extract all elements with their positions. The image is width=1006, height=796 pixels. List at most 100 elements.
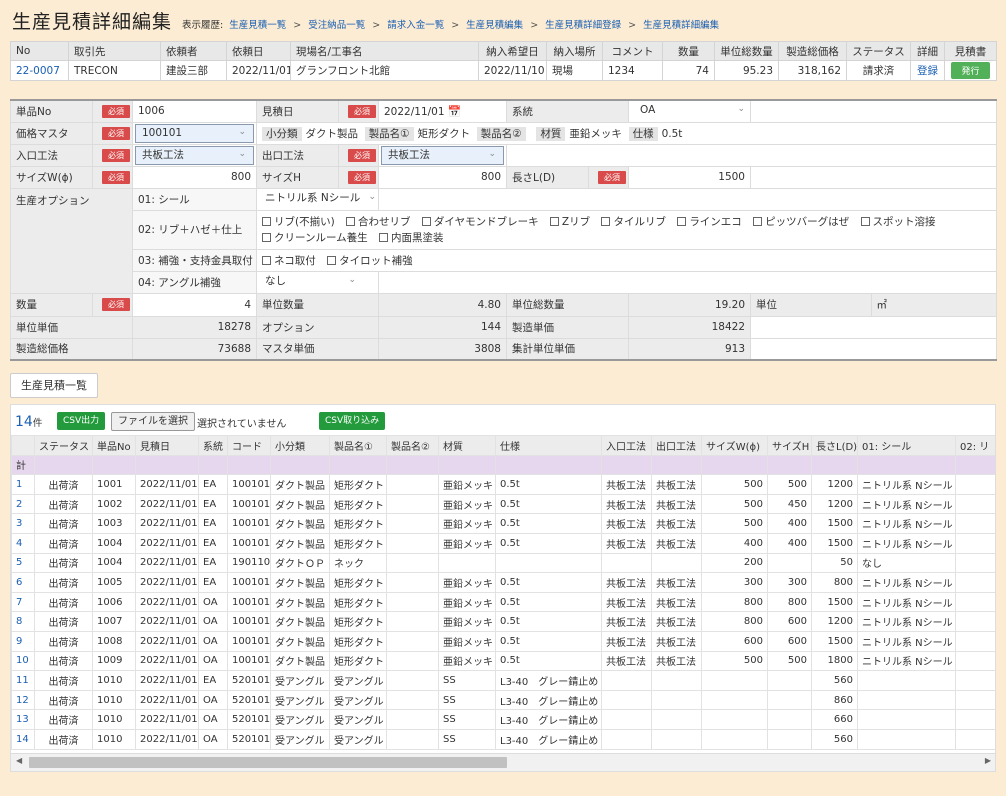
outlet-method-select[interactable]: 共板工法 ⌄ — [381, 145, 504, 165]
table-cell: なし — [857, 552, 956, 574]
list-col-header[interactable]: サイズH — [767, 435, 812, 456]
estimate-no-link[interactable]: 22-0007 — [10, 60, 69, 81]
row-number-link[interactable]: 5 — [11, 552, 35, 574]
detail-register-link[interactable]: 登録 — [910, 60, 945, 81]
list-col-header[interactable]: 系統 — [198, 435, 228, 456]
size-w-input[interactable]: 800 — [132, 165, 257, 189]
estimate-date-input[interactable]: 2022/11/01 📅 — [378, 99, 507, 123]
row-number-link[interactable]: 10 — [11, 650, 35, 672]
breadcrumb-link-order-list[interactable]: 受注納品一覧 — [308, 17, 365, 31]
checkbox-diamond-brake[interactable]: ダイヤモンドブレーキ — [421, 214, 539, 230]
table-row[interactable]: 2 出荷済 1002 2022/11/01 EA 100101 ダクト製品 矩形ダクト 亜鉛メッ… — [11, 493, 995, 515]
checkbox-tile-rib[interactable]: タイルリブ — [601, 214, 666, 230]
product1-tag: 製品名① — [364, 126, 414, 141]
breadcrumb-link-estimate-list[interactable]: 生産見積一覧 — [229, 17, 286, 31]
table-cell — [386, 670, 439, 691]
breadcrumb-link-detail-register[interactable]: 生産見積詳細登録 — [545, 17, 621, 31]
table-row[interactable]: 1 出荷済 1001 2022/11/01 EA 100101 ダクト製品 矩形ダクト 亜鉛メッ… — [11, 474, 995, 495]
row-number-link[interactable]: 3 — [11, 513, 35, 534]
list-col-header[interactable]: 仕様 — [495, 435, 602, 456]
checkbox-cat-mount[interactable]: ネコ取付 — [262, 253, 316, 268]
list-col-header[interactable]: 見積日 — [135, 435, 199, 456]
list-col-header[interactable]: サイズW(ϕ) — [701, 435, 768, 456]
checkbox-cleanroom[interactable]: クリーンルーム養生 — [262, 230, 368, 246]
option1-select[interactable]: ニトリル系 Nシール ⌄ — [259, 189, 376, 209]
checkbox-pittsburgh-seam[interactable]: ピッツバーグはぜ — [753, 214, 849, 230]
row-number-link[interactable]: 8 — [11, 611, 35, 632]
table-row[interactable]: 5 出荷済 1004 2022/11/01 EA 190110 ダクトＯＰ ネック 200 50 な… — [11, 552, 995, 574]
list-col-header[interactable]: 入口工法 — [601, 435, 652, 456]
breadcrumb-link-detail-edit[interactable]: 生産見積詳細編集 — [643, 17, 719, 31]
breadcrumb-link-estimate-edit[interactable]: 生産見積編集 — [466, 17, 523, 31]
csv-export-button[interactable]: CSV出力 — [57, 412, 106, 430]
list-col-header[interactable] — [11, 435, 35, 456]
table-cell: 520101 — [227, 689, 271, 711]
option4-select[interactable]: なし ⌄ — [259, 272, 363, 292]
checkbox-black-coating[interactable]: 内面黒塗装 — [379, 230, 444, 246]
scroll-left-icon[interactable]: ◀ — [16, 756, 22, 765]
inlet-method-select[interactable]: 共板工法 ⌄ — [135, 145, 254, 165]
list-col-header[interactable]: 製品名② — [386, 435, 439, 456]
checkbox-icon — [421, 216, 431, 226]
row-number-link[interactable]: 7 — [11, 591, 35, 613]
table-row[interactable]: 4 出荷済 1004 2022/11/01 EA 100101 ダクト製品 矩形ダクト 亜鉛メッ… — [11, 532, 995, 554]
list-col-header[interactable]: 02: リ — [955, 435, 995, 456]
row-number-link[interactable]: 6 — [11, 572, 35, 593]
list-col-header[interactable]: コード — [227, 435, 271, 456]
empty-cell — [378, 187, 997, 211]
record-count: 14件 — [15, 414, 43, 430]
checkbox-tie-rod[interactable]: タイロット補強 — [327, 253, 413, 268]
table-row[interactable]: 14 出荷済 1010 2022/11/01 OA 520101 受アングル 受アングル SS L… — [11, 728, 995, 750]
checkbox-z-rib[interactable]: Zリブ — [549, 214, 590, 230]
table-row[interactable]: 11 出荷済 1010 2022/11/01 EA 520101 受アングル 受アングル SS L… — [11, 670, 995, 691]
row-number-link[interactable]: 13 — [11, 709, 35, 730]
size-h-input[interactable]: 800 — [378, 165, 507, 189]
estimate-list-button[interactable]: 生産見積一覧 — [10, 373, 98, 398]
scrollbar-thumb[interactable] — [29, 757, 507, 768]
list-col-header[interactable]: 小分類 — [270, 435, 330, 456]
row-number-link[interactable]: 12 — [11, 689, 35, 711]
qty-input[interactable]: 4 — [132, 292, 257, 317]
issue-quote-button[interactable]: 発行 — [951, 62, 990, 79]
list-col-header[interactable]: 材質 — [438, 435, 496, 456]
item-no-input[interactable]: 1006 — [132, 99, 257, 123]
table-cell: 亜鉛メッキ — [438, 474, 496, 495]
table-cell — [955, 474, 995, 495]
table-row[interactable]: 10 出荷済 1009 2022/11/01 OA 100101 ダクト製品 矩形ダクト 亜鉛メ… — [11, 650, 995, 672]
checkbox-line-eco[interactable]: ラインエコ — [677, 214, 742, 230]
system-select[interactable]: OA ⌄ — [634, 101, 750, 121]
list-col-header[interactable]: 長さL(D) — [811, 435, 858, 456]
table-row[interactable]: 3 出荷済 1003 2022/11/01 EA 100101 ダクト製品 矩形ダクト 亜鉛メッ… — [11, 513, 995, 534]
horizontal-scrollbar[interactable]: ◀ ▶ — [11, 753, 995, 771]
list-col-header[interactable]: ステータス — [34, 435, 93, 456]
row-number-link[interactable]: 14 — [11, 728, 35, 750]
table-row[interactable]: 12 出荷済 1010 2022/11/01 OA 520101 受アングル 受アングル SS L… — [11, 689, 995, 711]
row-number-link[interactable]: 9 — [11, 630, 35, 652]
list-col-header[interactable]: 単品No — [92, 435, 136, 456]
row-number-link[interactable]: 2 — [11, 493, 35, 515]
list-col-header[interactable]: 製品名① — [329, 435, 387, 456]
checkbox-matching-rib[interactable]: 合わせリブ — [346, 214, 411, 230]
list-col-header[interactable]: 出口工法 — [651, 435, 702, 456]
csv-import-button[interactable]: CSV取り込み — [319, 412, 386, 430]
table-row[interactable]: 6 出荷済 1005 2022/11/01 EA 100101 ダクト製品 矩形ダクト 亜鉛メッ… — [11, 572, 995, 593]
table-row[interactable]: 8 出荷済 1007 2022/11/01 OA 100101 ダクト製品 矩形ダクト 亜鉛メッ… — [11, 611, 995, 632]
scroll-right-icon[interactable]: ▶ — [985, 756, 991, 765]
row-number-link[interactable]: 11 — [11, 670, 35, 691]
file-select-button[interactable]: ファイルを選択 — [111, 412, 195, 431]
length-input[interactable]: 1500 — [628, 165, 751, 189]
checkbox-rib-uneven[interactable]: リブ(不揃い) — [262, 214, 335, 230]
checkbox-spot-weld[interactable]: スポット溶接 — [860, 214, 936, 230]
table-row[interactable]: 13 出荷済 1010 2022/11/01 OA 520101 受アングル 受アングル SS L… — [11, 709, 995, 730]
table-cell: 500 — [767, 474, 812, 495]
table-cell: 亜鉛メッキ — [438, 630, 496, 652]
table-row[interactable]: 9 出荷済 1008 2022/11/01 OA 100101 ダクト製品 矩形ダクト 亜鉛メッ… — [11, 630, 995, 652]
subcategory-tag: 小分類 — [262, 126, 302, 141]
row-number-link[interactable]: 4 — [11, 532, 35, 554]
table-row[interactable]: 7 出荷済 1006 2022/11/01 OA 100101 ダクト製品 矩形ダクト 亜鉛メッ… — [11, 591, 995, 613]
breadcrumb-link-billing-list[interactable]: 請求入金一覧 — [387, 17, 444, 31]
list-col-header[interactable]: 01: シール — [857, 435, 956, 456]
calendar-icon[interactable]: 📅 — [448, 105, 462, 118]
row-number-link[interactable]: 1 — [11, 474, 35, 495]
price-master-select[interactable]: 100101 ⌄ — [135, 123, 254, 143]
